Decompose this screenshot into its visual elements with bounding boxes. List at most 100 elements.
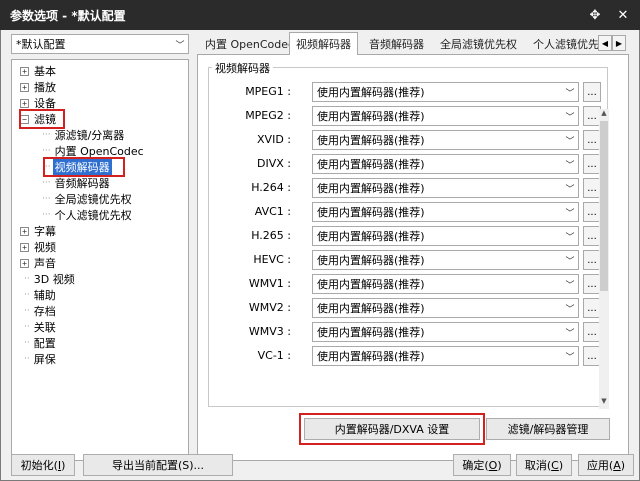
apply-button[interactable]: 应用(A) <box>578 454 634 476</box>
tree-item-video-decoder[interactable]: ··· 视频解码器 <box>42 159 112 175</box>
chevron-down-icon: ﹀ <box>565 136 575 147</box>
dxva-settings-button[interactable]: 内置解码器/DXVA 设置 <box>304 418 480 440</box>
tree-item-label: 设备 <box>34 97 56 110</box>
decoder-select-value: 使用内置解码器(推荐) <box>317 350 425 363</box>
tree-item-label: 基本 <box>34 65 56 78</box>
decoder-settings-button[interactable]: ... <box>583 82 601 102</box>
pin-icon[interactable]: ✥ <box>584 4 606 26</box>
decoder-select-value: 使用内置解码器(推荐) <box>317 182 425 195</box>
chevron-down-icon: ﹀ <box>565 256 575 267</box>
expand-icon[interactable]: + <box>20 82 29 92</box>
video-decoder-panel: 视频解码器 MPEG1 : 使用内置解码器(推荐) ﹀ ... MPEG2 : 使… <box>197 54 629 461</box>
decoder-select[interactable]: 使用内置解码器(推荐) ﹀ <box>312 298 579 318</box>
tab-personal-filter-priority[interactable]: 个人滤镜优先 <box>527 34 605 54</box>
decoder-select-value: 使用内置解码器(推荐) <box>317 230 425 243</box>
decoder-select-value: 使用内置解码器(推荐) <box>317 158 425 171</box>
tree-connector: ··· <box>42 130 51 140</box>
tree-item-archive[interactable]: ·· 存档 <box>24 303 58 319</box>
decoder-row-h264: H.264 : 使用内置解码器(推荐) ﹀ ... <box>209 178 609 200</box>
expand-icon[interactable]: + <box>20 98 29 108</box>
tree-item-video[interactable]: + 视频 <box>20 239 58 255</box>
tree-connector: ··· <box>42 162 51 172</box>
decoder-name: WMV2 : <box>248 301 291 314</box>
decoder-row-mpeg2: MPEG2 : 使用内置解码器(推荐) ﹀ ... <box>209 106 609 128</box>
expand-icon[interactable]: + <box>20 258 29 268</box>
tree-item-sound[interactable]: + 声音 <box>20 255 58 271</box>
decoder-select[interactable]: 使用内置解码器(推荐) ﹀ <box>312 202 579 222</box>
tree-item-personal-filter-priority[interactable]: ··· 个人滤镜优先权 <box>42 207 134 223</box>
profile-select[interactable]: *默认配置 ﹀ <box>11 34 189 54</box>
decoder-select[interactable]: 使用内置解码器(推荐) ﹀ <box>312 274 579 294</box>
tree-item-opencodec[interactable]: ··· 内置 OpenCodec <box>42 143 146 159</box>
tree-item-label: 内置 OpenCodec <box>54 145 144 158</box>
expand-icon[interactable]: + <box>20 242 29 252</box>
tree-item-assist[interactable]: ·· 辅助 <box>24 287 58 303</box>
decoder-select[interactable]: 使用内置解码器(推荐) ﹀ <box>312 154 579 174</box>
tree-item-label: 播放 <box>34 81 56 94</box>
decoder-row-wmv3: WMV3 : 使用内置解码器(推荐) ﹀ ... <box>209 322 609 344</box>
profile-select-value: *默认配置 <box>16 38 66 51</box>
export-config-button[interactable]: 导出当前配置(S)... <box>83 454 233 476</box>
collapse-icon[interactable]: − <box>20 114 29 124</box>
tree-item-label: 全局滤镜优先权 <box>54 193 132 206</box>
tree-item-basic[interactable]: + 基本 <box>20 63 58 79</box>
chevron-down-icon: ﹀ <box>565 304 575 315</box>
preferences-dialog: *默认配置 ﹀ + 基本 + 播放 + 设备 − 滤镜 ··· 源滤镜/分离器 … <box>0 30 640 481</box>
ok-button[interactable]: 确定(O) <box>453 454 511 476</box>
decoder-select[interactable]: 使用内置解码器(推荐) ﹀ <box>312 82 579 102</box>
tree-item-device[interactable]: + 设备 <box>20 95 58 111</box>
tree-item-3d-video[interactable]: ·· 3D 视频 <box>24 271 77 287</box>
tree-connector: ··· <box>42 194 51 204</box>
scroll-up-icon[interactable]: ▲ <box>599 109 609 119</box>
tree-item-source-filter[interactable]: ··· 源滤镜/分离器 <box>42 127 126 143</box>
chevron-down-icon: ﹀ <box>565 280 575 291</box>
tree-item-subtitle[interactable]: + 字幕 <box>20 223 58 239</box>
decoder-select[interactable]: 使用内置解码器(推荐) ﹀ <box>312 250 579 270</box>
chevron-down-icon: ﹀ <box>565 88 575 99</box>
decoder-row-h265: H.265 : 使用内置解码器(推荐) ﹀ ... <box>209 226 609 248</box>
tree-item-audio-decoder[interactable]: ··· 音频解码器 <box>42 175 112 191</box>
expand-icon[interactable]: + <box>20 226 29 236</box>
tree-item-label: 配置 <box>33 337 56 350</box>
tree-item-playback[interactable]: + 播放 <box>20 79 58 95</box>
tree-item-filters[interactable]: − 滤镜 <box>20 111 58 127</box>
decoder-select[interactable]: 使用内置解码器(推荐) ﹀ <box>312 130 579 150</box>
decoder-scrollbar[interactable]: ▲ ▼ <box>599 109 609 409</box>
decoder-select[interactable]: 使用内置解码器(推荐) ﹀ <box>312 106 579 126</box>
tab-video-decoder[interactable]: 视频解码器 <box>289 32 358 55</box>
decoder-name: DIVX : <box>257 157 291 170</box>
tab-opencodec[interactable]: 内置 OpenCodec <box>199 34 300 54</box>
tree-item-label: 存档 <box>33 305 56 318</box>
tree-item-label: 关联 <box>33 321 56 334</box>
decoder-select[interactable]: 使用内置解码器(推荐) ﹀ <box>312 322 579 342</box>
expand-icon[interactable]: + <box>20 66 29 76</box>
tree-item-config[interactable]: ·· 配置 <box>24 335 58 351</box>
tab-scroll-left-icon[interactable]: ◀ <box>598 35 612 51</box>
decoder-select[interactable]: 使用内置解码器(推荐) ﹀ <box>312 346 579 366</box>
filter-decoder-manager-button[interactable]: 滤镜/解码器管理 <box>486 418 610 440</box>
tab-global-filter-priority[interactable]: 全局滤镜优先权 <box>434 34 523 54</box>
close-icon[interactable]: ✕ <box>612 4 634 26</box>
tree-item-association[interactable]: ·· 关联 <box>24 319 58 335</box>
initialize-button[interactable]: 初始化(I) <box>11 454 75 476</box>
tree-item-label: 3D 视频 <box>33 273 75 286</box>
chevron-down-icon: ﹀ <box>565 232 575 243</box>
tree-item-screensaver[interactable]: ·· 屏保 <box>24 351 58 367</box>
chevron-down-icon: ﹀ <box>565 184 575 195</box>
tree-item-global-filter-priority[interactable]: ··· 全局滤镜优先权 <box>42 191 134 207</box>
scroll-down-icon[interactable]: ▼ <box>599 397 609 407</box>
tree-connector: ··· <box>42 210 51 220</box>
tree-item-label: 滤镜 <box>34 113 56 126</box>
decoder-name: HEVC : <box>253 253 291 266</box>
decoder-select[interactable]: 使用内置解码器(推荐) ﹀ <box>312 226 579 246</box>
tree-connector: ·· <box>24 338 30 348</box>
chevron-down-icon: ﹀ <box>565 352 575 363</box>
tab-scroll-right-icon[interactable]: ▶ <box>612 35 626 51</box>
decoder-select[interactable]: 使用内置解码器(推荐) ﹀ <box>312 178 579 198</box>
tab-audio-decoder[interactable]: 音频解码器 <box>363 34 430 54</box>
decoder-name: VC-1 : <box>257 349 291 362</box>
cancel-button[interactable]: 取消(C) <box>516 454 572 476</box>
tree-connector: ·· <box>24 290 30 300</box>
scrollbar-thumb[interactable] <box>600 121 608 291</box>
decoder-select-value: 使用内置解码器(推荐) <box>317 254 425 267</box>
